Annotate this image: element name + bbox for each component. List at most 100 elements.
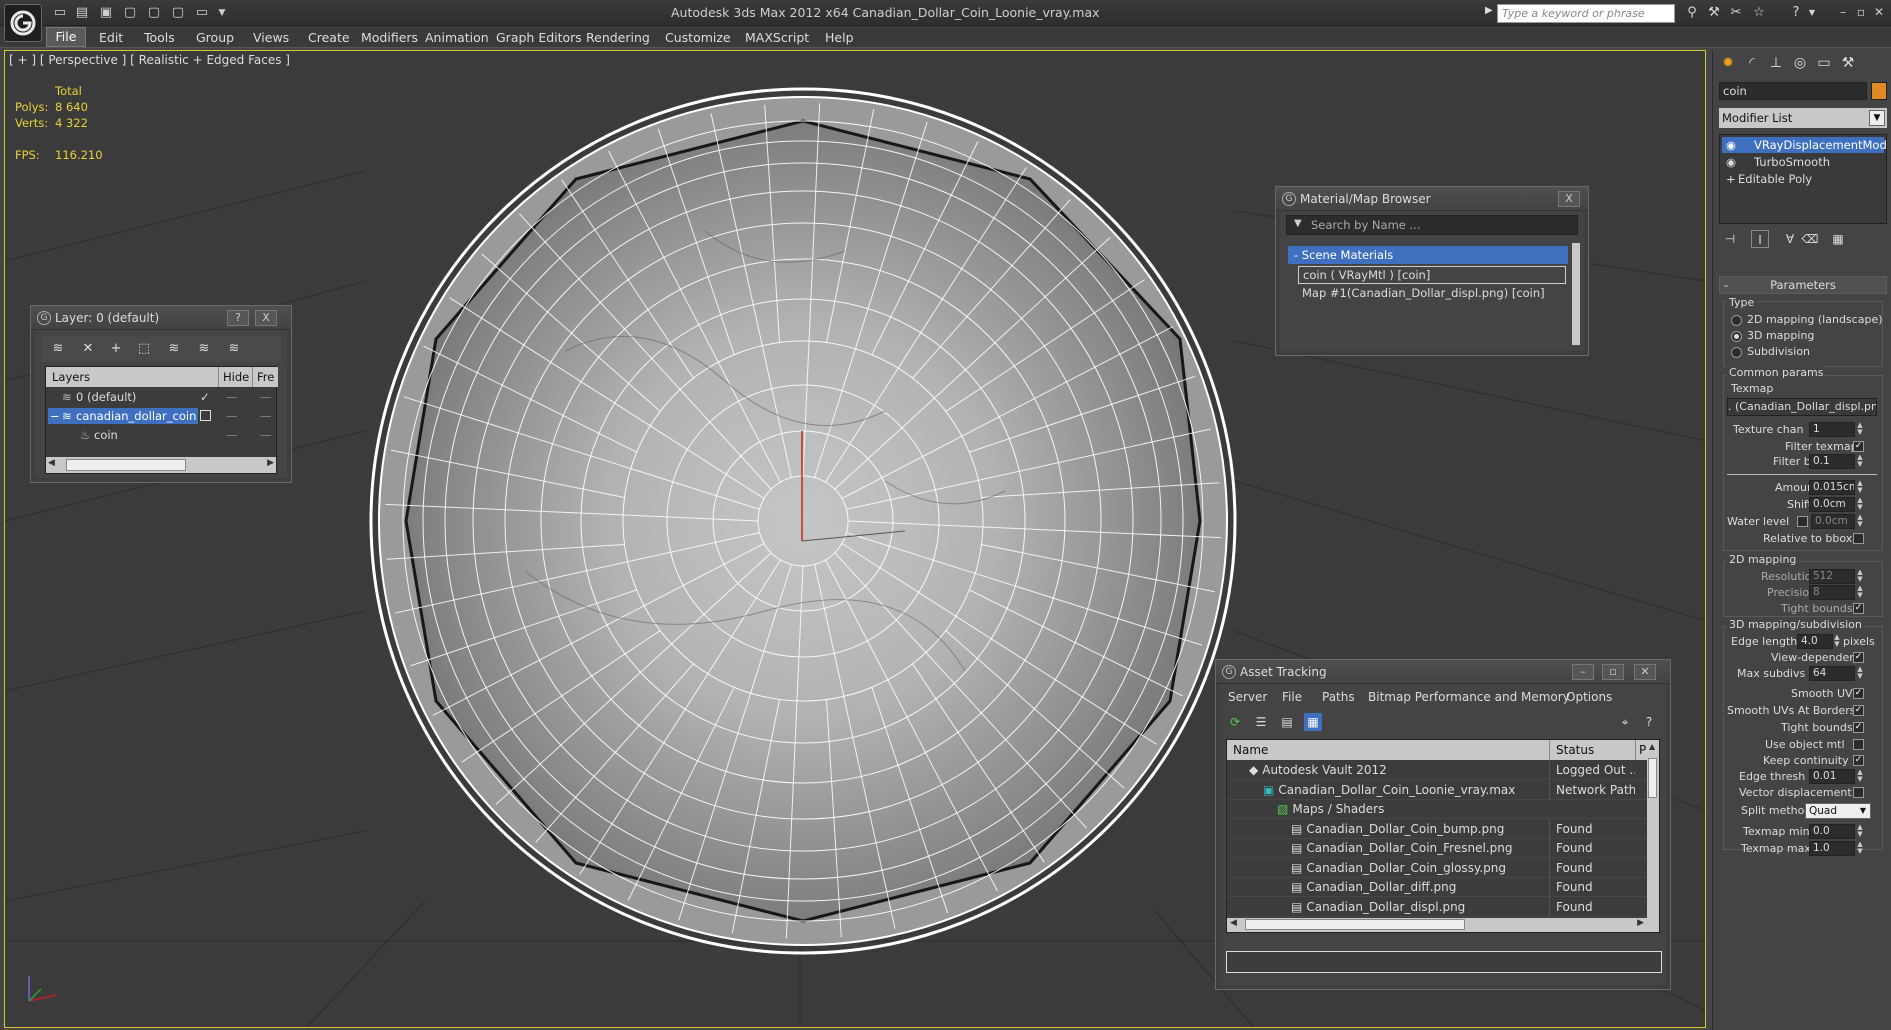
layer-hide-toggle[interactable]: — [226,426,238,444]
layer-collapse-icon[interactable]: − [50,407,60,425]
lightbulb-icon[interactable]: ◉ [1726,154,1736,170]
list-view-icon[interactable]: ☰ [1252,713,1270,731]
binoculars-icon[interactable]: ⚲ [1683,4,1701,22]
edge-length-field[interactable]: 4.0 [1797,634,1833,649]
tight-bounds-2d-checkbox[interactable]: ✓ [1853,603,1864,614]
asset-menu-bitmap-performance[interactable]: Bitmap Performance and Memory [1368,688,1570,706]
close-window-button[interactable]: ✕ [1870,3,1888,21]
layer-freeze-toggle[interactable]: — [260,426,272,444]
material-item[interactable]: coin ( VRayMtl ) [coin] [1298,266,1566,284]
asset-row[interactable]: ▤ Canadian_Dollar_displ.png Found [1227,897,1647,917]
relative-bbox-checkbox[interactable] [1853,533,1864,544]
asset-horizontal-scrollbar[interactable]: ◀ ▶ [1227,918,1647,932]
modify-tab-icon[interactable]: ◜ [1741,52,1763,74]
object-name-field[interactable]: coin [1719,82,1867,100]
quick-access-dropdown-icon[interactable]: ▼ [214,5,230,21]
shift-field[interactable]: 0.0cm [1809,497,1855,512]
minimize-window-button[interactable]: – [1834,3,1852,21]
texmap-min-spinner[interactable]: ▲ ▼ [1856,824,1864,839]
radio-subdivision[interactable] [1731,347,1742,358]
asset-row[interactable]: ▤ Canadian_Dollar_Coin_bump.png Found [1227,819,1647,839]
asset-row[interactable]: ▣ Canadian_Dollar_Coin_Loonie_vray.max Net… [1227,780,1647,800]
refresh-icon[interactable]: ⟳ [1226,713,1244,731]
filter-blur-field[interactable]: 0.1 [1809,454,1855,469]
layer-freeze-toggle[interactable]: — [260,407,272,425]
texmap-max-field[interactable]: 1.0 [1809,841,1855,856]
freeze-all-icon[interactable]: ≋ [225,340,243,358]
menu-group[interactable]: Group [196,30,234,45]
edge-length-spinner[interactable]: ▲ ▼ [1833,634,1841,649]
scroll-left-icon[interactable]: ◀ [1230,918,1237,928]
select-objects-icon[interactable]: ⬚ [135,340,153,358]
menu-animation[interactable]: Animation [425,30,489,45]
water-level-spinner[interactable]: ▲ ▼ [1856,514,1864,529]
add-to-layer-icon[interactable]: + [107,340,125,358]
resolution-spinner[interactable]: ▲ ▼ [1856,569,1864,584]
texture-chan-spinner[interactable]: ▲ ▼ [1856,422,1864,437]
menu-graph-editors[interactable]: Graph Editors [496,30,582,45]
subscription-icon[interactable]: ⚒ [1705,4,1723,22]
edge-thresh-spinner[interactable]: ▲ ▼ [1856,769,1864,784]
water-level-field[interactable]: 0.0cm [1811,514,1855,529]
display-tab-icon[interactable]: ▭ [1813,52,1835,74]
asset-menu-file[interactable]: File [1282,688,1302,706]
resolution-field[interactable]: 512 [1809,569,1855,584]
material-browser-close-button[interactable]: X [1558,191,1580,207]
menu-edit[interactable]: Edit [99,30,123,45]
max-subdivs-field[interactable]: 64 [1809,666,1855,681]
asset-row[interactable]: ▧ Maps / Shaders [1227,800,1647,819]
layer-freeze-toggle[interactable]: — [260,388,272,406]
redo-icon[interactable]: ▢ [146,5,162,21]
show-end-result-icon[interactable]: I [1751,230,1769,248]
new-scene-icon[interactable]: ▭ [52,5,68,21]
scroll-right-icon[interactable]: ▶ [267,458,274,468]
radio-2d-mapping[interactable] [1731,315,1742,326]
delete-layer-icon[interactable]: ✕ [79,340,97,358]
menu-help[interactable]: Help [825,30,854,45]
search-expand-icon[interactable]: ▶ [1485,5,1493,16]
shift-spinner[interactable]: ▲ ▼ [1856,497,1864,512]
fetch-icon[interactable]: ▭ [194,5,210,21]
make-unique-icon[interactable]: ∀ [1781,230,1799,248]
asset-minimize-button[interactable]: – [1572,664,1594,680]
menu-views[interactable]: Views [253,30,289,45]
layer-hide-toggle[interactable]: — [226,407,238,425]
precision-field[interactable]: 8 [1809,585,1855,600]
create-layer-icon[interactable]: ≋ [49,340,67,358]
asset-vertical-scrollbar[interactable]: ▲ [1647,740,1659,932]
detail-view-icon[interactable]: ▤ [1278,713,1296,731]
motion-tab-icon[interactable]: ◎ [1789,52,1811,74]
keep-continuity-checkbox[interactable]: ✓ [1853,755,1864,766]
layer-close-button[interactable]: X [255,310,277,326]
lightbulb-icon[interactable]: ◉ [1726,137,1736,153]
status-column-header[interactable]: Status [1549,740,1635,760]
asset-row[interactable]: ▤ Canadian_Dollar_Coin_Fresnel.png Found [1227,839,1647,858]
layer-object-row[interactable]: ♨ coin — — [46,426,278,444]
smooth-uvs-borders-checkbox[interactable]: ✓ [1853,705,1864,716]
asset-menu-paths[interactable]: Paths [1322,688,1355,706]
amount-spinner[interactable]: ▲ ▼ [1856,480,1864,495]
path-column-header[interactable]: P [1635,740,1646,760]
viewport-label[interactable]: [ + ] [ Perspective ] [ Realistic + Edge… [9,53,290,67]
browser-options-icon[interactable]: ▼ [1294,218,1302,229]
smooth-uvs-checkbox[interactable]: ✓ [1853,688,1864,699]
split-method-dropdown[interactable]: Quad ▼ [1805,803,1871,819]
help-search-input[interactable]: Type a keyword or phrase [1497,4,1675,23]
radio-3d-mapping[interactable] [1731,331,1742,342]
asset-close-button[interactable]: ✕ [1634,664,1656,680]
hierarchy-tab-icon[interactable]: ⊥ [1765,52,1787,74]
hide-column-header[interactable]: Hide [218,367,249,387]
make-active-layer-box[interactable] [200,410,211,421]
asset-help-icon[interactable]: ? [1640,713,1658,731]
open-file-icon[interactable]: ▤ [74,5,90,21]
favorites-star-icon[interactable]: ☆ [1750,4,1768,22]
hold-icon[interactable]: ▢ [170,5,186,21]
texmap-min-field[interactable]: 0.0 [1809,824,1855,839]
menu-create[interactable]: Create [308,30,350,45]
expand-plus-icon[interactable]: + [1726,171,1736,187]
asset-row[interactable]: ▤ Canadian_Dollar_diff.png Found [1227,878,1647,897]
layer-row[interactable]: − ≋ canadian_dollar_coin — — [46,407,278,425]
precision-spinner[interactable]: ▲ ▼ [1856,585,1864,600]
coin-mesh[interactable] [369,87,1237,955]
freeze-column-header[interactable]: Fre [252,367,274,387]
